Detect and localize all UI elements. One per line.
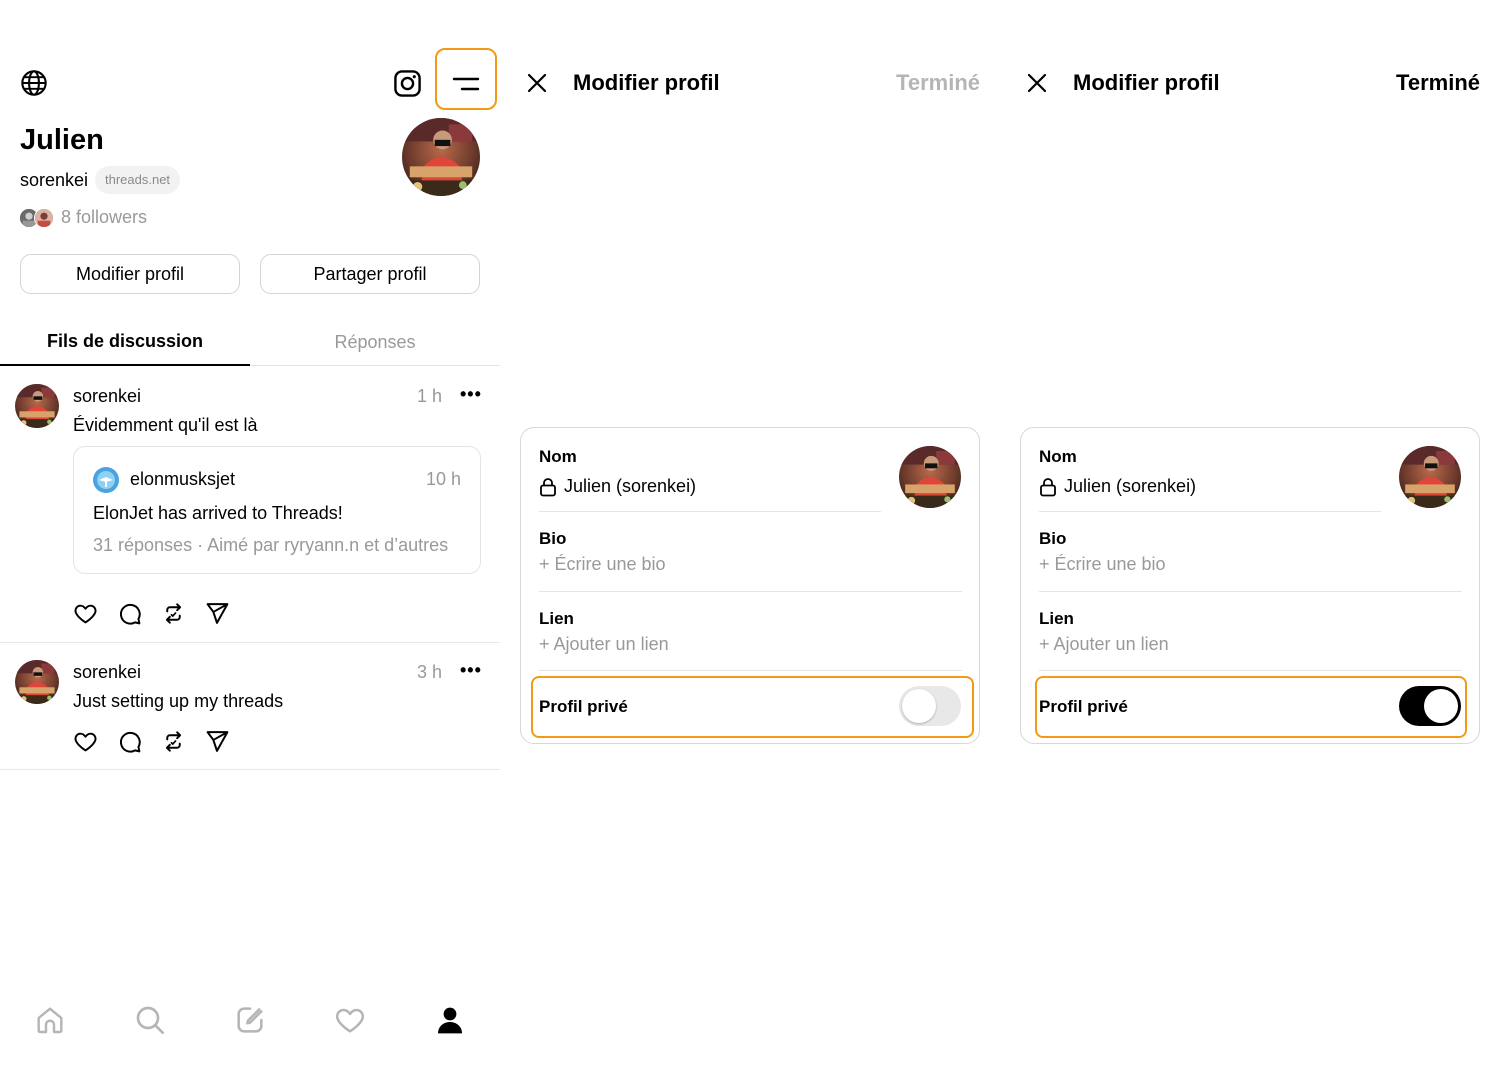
- menu-highlight: [435, 48, 497, 110]
- profile-name: Julien: [20, 124, 104, 156]
- home-icon: [34, 1004, 66, 1036]
- nav-profile[interactable]: [430, 1000, 470, 1040]
- field-divider: [1039, 670, 1462, 671]
- more-options-icon[interactable]: •••: [460, 660, 482, 681]
- edit-title: Modifier profil: [573, 70, 720, 95]
- post-text: Just setting up my threads: [73, 691, 284, 711]
- edit-profile-screen-on: Modifier profil Terminé Nom Julien (sore…: [1000, 0, 1500, 1083]
- profile-avatar[interactable]: [402, 118, 480, 196]
- lock-icon: [539, 477, 557, 497]
- post-username[interactable]: sorenkei: [73, 662, 141, 683]
- edit-avatar[interactable]: [899, 446, 961, 508]
- follower-avatar: [34, 208, 54, 228]
- post-avatar[interactable]: [15, 660, 59, 704]
- close-icon[interactable]: [526, 72, 548, 94]
- quoted-avatar: [93, 467, 119, 493]
- bio-input[interactable]: + Écrire une bio: [539, 554, 666, 575]
- nav-activity[interactable]: [330, 1000, 370, 1040]
- profile-username: sorenkei: [20, 170, 89, 190]
- tabs-divider: [250, 365, 500, 366]
- share-profile-button[interactable]: Partager profil: [260, 254, 480, 294]
- field-divider: [539, 591, 962, 592]
- post-separator: [0, 642, 500, 643]
- done-button[interactable]: Terminé: [896, 70, 980, 96]
- profile-icon: [434, 1004, 466, 1036]
- bio-input[interactable]: + Écrire une bio: [1039, 554, 1166, 575]
- link-label: Lien: [539, 609, 574, 628]
- send-icon[interactable]: [205, 729, 230, 754]
- quoted-text: ElonJet has arrived to Threads!: [93, 503, 343, 523]
- heart-icon: [334, 1004, 366, 1036]
- followers-count[interactable]: 8 followers: [61, 207, 147, 228]
- quoted-time: 10 h: [425, 469, 461, 489]
- post-time: 1 h: [417, 386, 443, 406]
- globe-icon[interactable]: [20, 69, 48, 97]
- name-value[interactable]: Julien (sorenkei): [1064, 476, 1196, 497]
- edit-avatar[interactable]: [1399, 446, 1461, 508]
- bio-label: Bio: [539, 529, 567, 548]
- post-username[interactable]: sorenkei: [73, 386, 141, 407]
- post-separator: [0, 769, 500, 770]
- compose-icon: [234, 1004, 266, 1036]
- name-label: Nom: [1039, 447, 1077, 466]
- bio-label: Bio: [1039, 529, 1067, 548]
- post-avatar[interactable]: [15, 384, 59, 428]
- more-options-icon[interactable]: •••: [460, 384, 482, 405]
- domain-badge[interactable]: threads.net: [95, 166, 181, 194]
- search-icon: [134, 1004, 166, 1036]
- tab-threads[interactable]: Fils de discussion: [0, 318, 250, 366]
- comment-icon[interactable]: [117, 729, 142, 754]
- edit-title: Modifier profil: [1073, 70, 1220, 95]
- link-input[interactable]: + Ajouter un lien: [539, 634, 669, 655]
- name-value[interactable]: Julien (sorenkei): [564, 476, 696, 497]
- send-icon[interactable]: [205, 601, 230, 626]
- tab-replies[interactable]: Réponses: [250, 318, 500, 366]
- instagram-icon[interactable]: [393, 69, 422, 98]
- nav-home[interactable]: [30, 1000, 70, 1040]
- lock-icon: [1039, 477, 1057, 497]
- nav-search[interactable]: [130, 1000, 170, 1040]
- post-text: Évidemment qu'il est là: [73, 415, 258, 435]
- post-time: 3 h: [417, 662, 443, 682]
- edit-profile-screen-off: Modifier profil Terminé Nom Julien (sore…: [500, 0, 1000, 1083]
- done-button[interactable]: Terminé: [1396, 70, 1480, 96]
- like-icon[interactable]: [73, 729, 98, 754]
- repost-icon[interactable]: [161, 729, 186, 754]
- field-divider: [1039, 591, 1462, 592]
- repost-icon[interactable]: [161, 601, 186, 626]
- nav-compose[interactable]: [230, 1000, 270, 1040]
- profile-screen: Julien sorenkei threads.net 8 followers …: [0, 0, 500, 1083]
- name-label: Nom: [539, 447, 577, 466]
- close-icon[interactable]: [1026, 72, 1048, 94]
- like-icon[interactable]: [73, 601, 98, 626]
- link-label: Lien: [1039, 609, 1074, 628]
- comment-icon[interactable]: [117, 601, 142, 626]
- edit-profile-button[interactable]: Modifier profil: [20, 254, 240, 294]
- quoted-username: elonmusksjet: [130, 469, 236, 489]
- private-row-highlight: [1035, 676, 1467, 738]
- quoted-post[interactable]: elonmusksjet 10 h ElonJet has arrived to…: [73, 446, 481, 574]
- link-input[interactable]: + Ajouter un lien: [1039, 634, 1169, 655]
- field-divider: [539, 670, 962, 671]
- quoted-meta: 31 réponses · Aimé par ryryann.n et d’au…: [93, 535, 449, 555]
- private-row-highlight: [531, 676, 974, 738]
- field-divider: [539, 511, 881, 512]
- field-divider: [1039, 511, 1381, 512]
